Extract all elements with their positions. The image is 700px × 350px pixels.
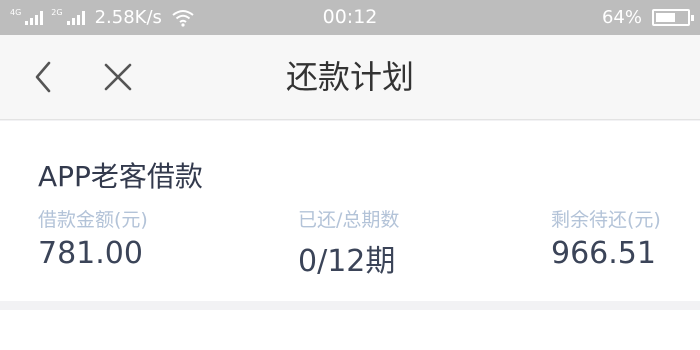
loan-product-name: APP老客借款	[38, 160, 203, 193]
repayment-list-card	[0, 310, 700, 350]
stat-value: 0/12期	[298, 244, 396, 279]
page-title: 还款计划	[285, 58, 414, 96]
stat-label: 借款金额(元)	[38, 209, 148, 231]
stat-repaid-periods: 已还/总期数 0/12期	[298, 205, 399, 280]
stat-loan-amount: 借款金额(元) 781.00	[38, 205, 148, 271]
stat-label: 已还/总期数	[298, 209, 400, 231]
navigation-bar: 还款计划	[0, 35, 700, 120]
status-bar: 4G 2G 2.58K/s 00:12 64%	[0, 0, 700, 35]
status-right: 64%	[601, 0, 694, 35]
battery-fill	[656, 13, 675, 22]
status-time: 00:12	[322, 6, 378, 28]
battery-icon	[652, 9, 694, 26]
stat-value: 966.51	[551, 236, 656, 271]
stat-remaining: 剩余待还(元) 966.51	[551, 205, 661, 271]
stat-label: 剩余待还(元)	[551, 209, 661, 231]
loan-summary-card: APP老客借款 借款金额(元) 781.00 已还/总期数 0/12期 剩余待还…	[0, 121, 700, 301]
battery-percent: 64%	[601, 7, 642, 28]
stat-value: 781.00	[38, 236, 143, 271]
